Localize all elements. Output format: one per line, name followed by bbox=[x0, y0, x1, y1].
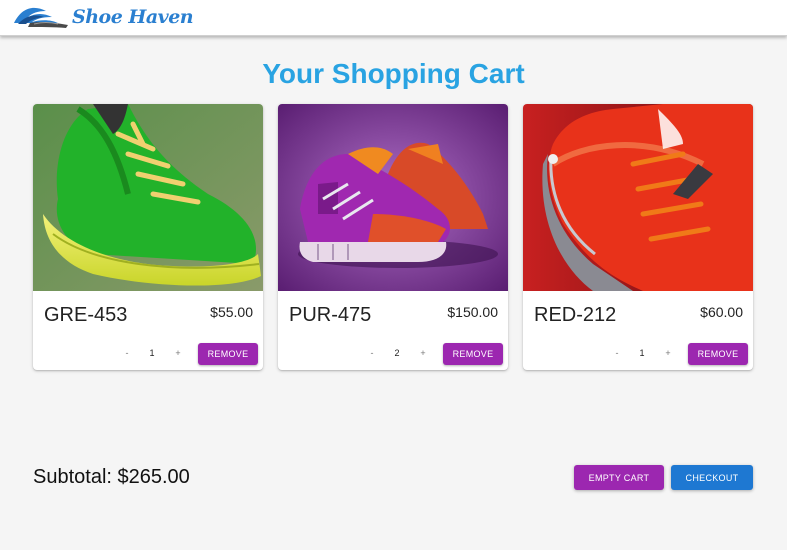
empty-cart-button[interactable]: EMPTY CART bbox=[574, 465, 664, 490]
product-name: PUR-475 bbox=[289, 304, 372, 326]
remove-button[interactable]: REMOVE bbox=[198, 343, 258, 365]
winged-shoe-icon bbox=[14, 7, 68, 28]
product-price: $60.00 bbox=[700, 304, 743, 320]
increment-button[interactable]: + bbox=[168, 344, 188, 362]
cart-item-card: RED-212 $60.00 - 1 + REMOVE bbox=[523, 104, 753, 370]
remove-button[interactable]: REMOVE bbox=[443, 343, 503, 365]
quantity-value: 2 bbox=[394, 348, 400, 358]
logo-text: Shoe Haven bbox=[72, 6, 194, 28]
page-title: Your Shopping Cart bbox=[262, 58, 525, 89]
cart-item-card: GRE-453 $55.00 - 1 + REMOVE bbox=[33, 104, 263, 370]
decrement-button[interactable]: - bbox=[607, 344, 627, 362]
quantity-value: 1 bbox=[149, 348, 155, 358]
app-header: Shoe Haven bbox=[0, 0, 787, 36]
product-name: GRE-453 bbox=[44, 304, 128, 326]
increment-button[interactable]: + bbox=[658, 344, 678, 362]
purple-sneaker-image bbox=[278, 104, 508, 291]
red-sneaker-image bbox=[523, 104, 753, 291]
increment-button[interactable]: + bbox=[413, 344, 433, 362]
cart-item-card: PUR-475 $150.00 - 2 + REMOVE bbox=[278, 104, 508, 370]
subtotal: Subtotal: $265.00 bbox=[33, 466, 190, 488]
product-price: $150.00 bbox=[447, 304, 498, 320]
checkout-button[interactable]: CHECKOUT bbox=[671, 465, 753, 490]
decrement-button[interactable]: - bbox=[117, 344, 137, 362]
product-name: RED-212 bbox=[534, 304, 617, 326]
quantity-value: 1 bbox=[639, 348, 645, 358]
green-sneaker-image bbox=[33, 104, 263, 291]
decrement-button[interactable]: - bbox=[362, 344, 382, 362]
remove-button[interactable]: REMOVE bbox=[688, 343, 748, 365]
logo[interactable]: Shoe Haven bbox=[12, 3, 194, 31]
product-price: $55.00 bbox=[210, 304, 253, 320]
